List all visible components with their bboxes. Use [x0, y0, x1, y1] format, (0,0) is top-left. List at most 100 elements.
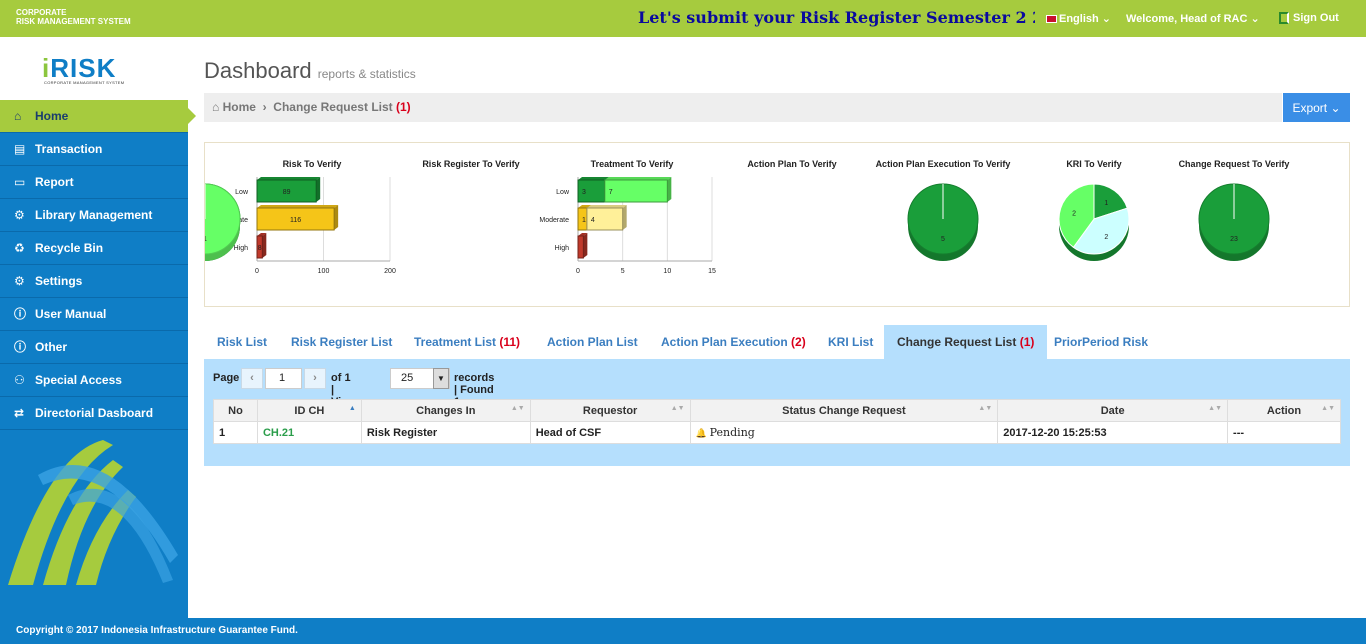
- sidebar: iRISK CORPORATE MANAGEMENT SYSTEM ⌂ Home ▤…: [0, 37, 196, 618]
- tab-label: KRI List: [828, 335, 874, 349]
- logo-subtitle: CORPORATE MANAGEMENT SYSTEM: [44, 80, 125, 85]
- page-size-select[interactable]: 25 ▼: [390, 368, 450, 389]
- tab-label: Action Plan Execution: [661, 335, 788, 349]
- statistics-panel: Risk To Verify0100200LowModerateHigh8911…: [169, 142, 1350, 307]
- chart-title: Risk To Verify: [283, 159, 342, 169]
- bar-side: [667, 177, 672, 202]
- column-header-id-ch[interactable]: ID CH ▲: [256, 399, 362, 422]
- next-page-button[interactable]: ›: [304, 368, 326, 389]
- x-tick-label: 200: [384, 268, 396, 275]
- bar: [577, 235, 584, 259]
- tab-action-plan-list[interactable]: Action Plan List: [547, 325, 638, 359]
- tab-action-plan-execution[interactable]: Action Plan Execution (2): [661, 325, 806, 359]
- chevron-down-icon: ⌄: [1250, 13, 1260, 25]
- cell-value: Risk Register: [366, 426, 438, 439]
- footer: Copyright © 2017 Indonesia Infrastructur…: [0, 618, 1366, 644]
- sort-icon[interactable]: ▲▼: [1321, 405, 1335, 412]
- cell-value: ---: [1233, 426, 1245, 439]
- sidebar-item-library-management[interactable]: ⚙ Library Management: [0, 199, 188, 232]
- tab-risk-register-list[interactable]: Risk Register List: [291, 325, 392, 359]
- cell-value: 1: [219, 426, 226, 439]
- x-tick-label: 5: [621, 268, 625, 275]
- y-tick-label: Low: [235, 189, 249, 196]
- cell-id-ch[interactable]: CH.21: [256, 421, 362, 444]
- sort-icon[interactable]: ▲▼: [978, 405, 992, 412]
- cell-value: Pending: [709, 426, 755, 439]
- column-header-label: Date: [1100, 404, 1125, 417]
- column-header-date[interactable]: Date ▲▼: [997, 399, 1229, 422]
- change-request-table: No ID CH ▲ Changes In ▲▼ Requestor ▲▼ Status Ch…: [213, 399, 1341, 444]
- sidebar-item-user-manual[interactable]: ⓘ User Manual: [0, 298, 188, 331]
- prev-page-button[interactable]: ‹: [241, 368, 263, 389]
- dropdown-arrow-icon[interactable]: ▼: [433, 368, 449, 389]
- data-label: 23: [1230, 236, 1238, 243]
- info-icon: ⓘ: [14, 307, 27, 321]
- sidebar-item-other[interactable]: ⓘ Other: [0, 331, 188, 364]
- breadcrumb-home[interactable]: Home: [223, 100, 256, 114]
- data-label: 89: [283, 189, 291, 196]
- sidebar-item-settings[interactable]: ⚙ Settings: [0, 265, 188, 298]
- page-subtitle: reports & statistics: [317, 67, 416, 81]
- chevron-right-icon: ›: [259, 100, 270, 114]
- data-label: 1: [1104, 200, 1108, 207]
- column-header-label: Status Change Request: [782, 404, 906, 417]
- export-button[interactable]: Export ⌄: [1283, 93, 1350, 122]
- sidebar-item-special-access[interactable]: ⚇ Special Access: [0, 364, 188, 397]
- folder-icon: ▭: [14, 175, 26, 189]
- page-input[interactable]: 1: [265, 368, 302, 389]
- column-header-label: Changes In: [416, 404, 476, 417]
- user-menu[interactable]: Welcome, Head of RAC ⌄: [1126, 12, 1260, 25]
- sort-icon[interactable]: ▲▼: [1208, 405, 1222, 412]
- column-header-changes-in[interactable]: Changes In ▲▼: [360, 399, 531, 422]
- tab-risk-list[interactable]: Risk List: [217, 325, 267, 359]
- tab-priorperiod-risk[interactable]: PriorPeriod Risk: [1054, 325, 1148, 359]
- tab-kri-list[interactable]: KRI List: [828, 325, 873, 359]
- sidebar-item-recycle-bin[interactable]: ♻ Recycle Bin: [0, 232, 188, 265]
- data-label: 1: [582, 217, 586, 224]
- sort-icon[interactable]: ▲▼: [511, 405, 525, 412]
- column-header-label: Action: [1266, 404, 1302, 417]
- bar-side: [316, 177, 321, 202]
- brand: CORPORATE RISK MANAGEMENT SYSTEM: [16, 8, 131, 26]
- language-label: English: [1059, 13, 1099, 25]
- table-body: 1 CH.21 Risk Register Head of CSF 🔔 Pending 2…: [213, 421, 1341, 444]
- column-header-requestor[interactable]: Requestor ▲▼: [529, 399, 691, 422]
- tab-change-request-list[interactable]: Change Request List (1): [884, 325, 1048, 359]
- page-label: Page: [213, 372, 240, 384]
- gear-icon: ⚙: [14, 208, 25, 222]
- data-label: 116: [290, 217, 301, 224]
- flag-icon: [1046, 15, 1057, 24]
- tab-bar: Risk List Risk Register List Treatment Lis…: [204, 325, 1350, 359]
- breadcrumb-count: (1): [396, 100, 411, 114]
- logo-area: iRISK CORPORATE MANAGEMENT SYSTEM: [0, 37, 188, 100]
- sign-out-button[interactable]: Sign Out: [1279, 12, 1339, 25]
- y-tick-label: High: [234, 245, 249, 252]
- bar-side: [334, 205, 339, 230]
- sidebar-item-directorial-dasboard[interactable]: ⇄ Directorial Dasboard: [0, 397, 188, 430]
- page-size-value: 25: [401, 372, 414, 384]
- brand-line-2: RISK MANAGEMENT SYSTEM: [16, 17, 131, 26]
- table-row: 1 CH.21 Risk Register Head of CSF 🔔 Pending 2…: [213, 421, 1341, 444]
- sort-icon[interactable]: ▲▼: [671, 405, 685, 412]
- sidebar-item-home[interactable]: ⌂ Home: [0, 100, 196, 133]
- logo: iRISK: [42, 55, 116, 81]
- breadcrumb-current: Change Request List: [273, 100, 393, 114]
- sidebar-item-transaction[interactable]: ▤ Transaction: [0, 133, 188, 166]
- y-tick-label: High: [555, 245, 570, 252]
- column-header-action[interactable]: Action ▲▼: [1227, 399, 1341, 422]
- column-header-no[interactable]: No: [213, 399, 258, 422]
- sidebar-item-report[interactable]: ▭ Report: [0, 166, 188, 199]
- tab-count: (11): [499, 335, 521, 349]
- tab-count: (1): [1019, 335, 1035, 349]
- y-tick-label: Low: [556, 189, 570, 196]
- announcement-marquee: Let's submit your Risk Register Semester…: [638, 8, 1035, 27]
- language-selector[interactable]: English ⌄: [1046, 12, 1111, 25]
- column-header-status-change-request[interactable]: Status Change Request ▲▼: [689, 399, 999, 422]
- tab-treatment-list[interactable]: Treatment List (11): [414, 325, 520, 359]
- sort-icon[interactable]: ▲: [349, 405, 356, 412]
- x-tick-label: 10: [663, 268, 671, 275]
- sidebar-item-label: Report: [35, 175, 74, 189]
- cell-changes-in: Risk Register: [360, 421, 531, 444]
- bell-icon: 🔔: [695, 429, 710, 439]
- charts-canvas: Risk To Verify0100200LowModerateHigh8911…: [169, 159, 1289, 275]
